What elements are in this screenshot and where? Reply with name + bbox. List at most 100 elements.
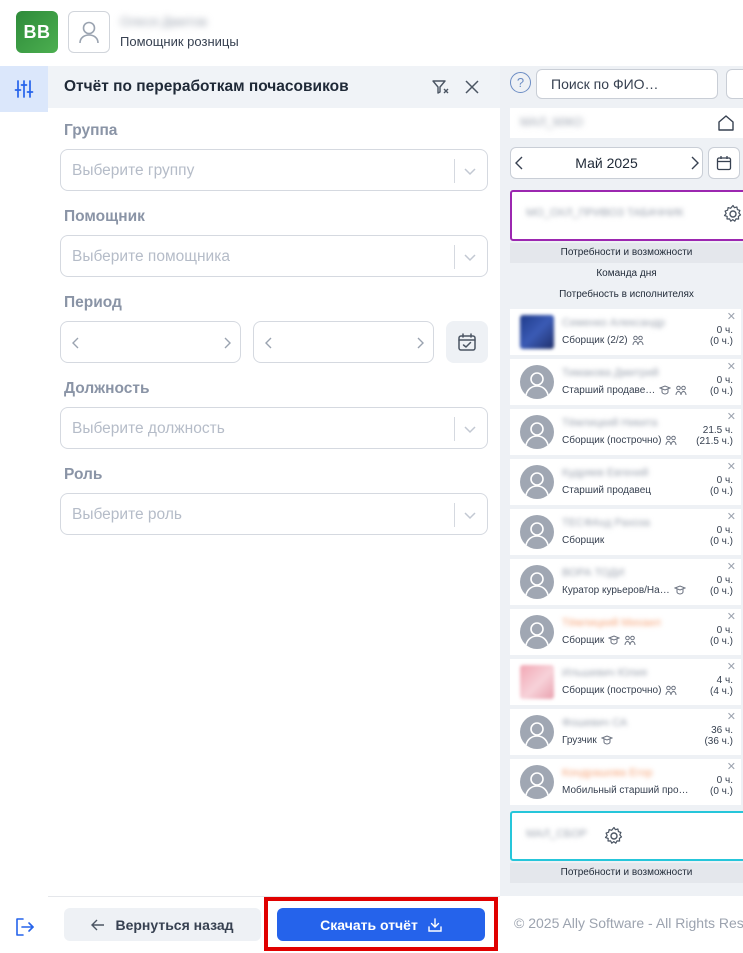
group-placeholder: Выберите группу — [72, 162, 195, 179]
employee-avatar — [520, 365, 554, 399]
needs-capabilities-strip[interactable]: Потребности и возможности — [510, 243, 743, 263]
chevron-right-icon[interactable] — [222, 336, 232, 350]
position-placeholder: Выберите должность — [72, 420, 225, 437]
remove-employee-icon[interactable]: ✕ — [727, 610, 736, 623]
department-name: МО_ОХЛ_ПРИВОЗ ТАБАЧНИК — [526, 207, 684, 219]
clear-filters-button[interactable] — [432, 79, 450, 100]
app-logo[interactable]: BB — [16, 11, 58, 53]
employee-position: Мобильный старший про… — [562, 785, 689, 796]
employee-position: Сборщик — [562, 535, 604, 546]
employee-card[interactable]: Семенко Александр Сборщик (2/2) 0 ч. (0 ч.)… — [510, 309, 741, 355]
employee-card[interactable]: Фошевич СА Грузчик 36 ч. (36 ч.) ✕ — [510, 709, 741, 755]
user-icon — [525, 772, 549, 796]
employee-card[interactable]: ТЕСФАхд Рахоза Сборщик 0 ч. (0 ч.) ✕ — [510, 509, 741, 555]
calendar-button[interactable] — [708, 147, 740, 179]
remove-employee-icon[interactable]: ✕ — [727, 410, 736, 423]
group-label: Группа — [64, 122, 118, 139]
employee-avatar — [520, 765, 554, 799]
remove-employee-icon[interactable]: ✕ — [727, 760, 736, 773]
employee-photo — [520, 315, 554, 349]
search-input[interactable]: Поиск по ФИО… — [536, 69, 718, 99]
help-button[interactable]: ? — [510, 72, 531, 93]
home-button[interactable] — [717, 114, 735, 137]
remove-employee-icon[interactable]: ✕ — [727, 660, 736, 673]
employee-card[interactable]: Ильшевич Юлия Сборщик (построчно) 4 ч. (4 ч… — [510, 659, 741, 705]
period-start-picker[interactable] — [60, 321, 241, 363]
gear-icon — [604, 826, 623, 844]
chevron-down-icon[interactable] — [463, 422, 477, 436]
logout-button[interactable] — [14, 916, 36, 938]
chevron-down-icon[interactable] — [463, 508, 477, 522]
select-divider — [454, 245, 455, 269]
remove-employee-icon[interactable]: ✕ — [727, 460, 736, 473]
period-end-picker[interactable] — [253, 321, 434, 363]
chevron-down-icon[interactable] — [463, 164, 477, 178]
arrow-left-icon — [91, 919, 105, 930]
chevron-down-icon[interactable] — [463, 250, 477, 264]
assistant-placeholder: Выберите помощника — [72, 248, 230, 265]
employee-card[interactable]: ВОРА ТОДИ Куратор курьеров/На… 0 ч. (0 ч.) ✕ — [510, 559, 741, 605]
user-icon — [525, 622, 549, 646]
employee-position: Сборщик — [562, 635, 636, 646]
staff-needs-strip[interactable]: Потребность в исполнителях — [510, 285, 743, 305]
employee-position-text: Старший продавец — [562, 485, 651, 496]
chevron-left-icon[interactable] — [264, 336, 274, 350]
employee-card[interactable]: Тимакова Дмитрий Старший продаве… 0 ч. (0 ч… — [510, 359, 741, 405]
assistant-label: Помощник — [64, 208, 145, 225]
panel-title: Отчёт по переработкам почасовиков — [64, 78, 349, 95]
role-label: Роль — [64, 466, 103, 483]
user-icon — [79, 21, 99, 44]
chevron-left-icon[interactable] — [71, 336, 81, 350]
employee-planned-hours: (0 ч.) — [710, 336, 733, 347]
download-icon — [428, 917, 442, 932]
team-icon — [624, 635, 636, 646]
user-role: Помощник розницы — [120, 34, 239, 49]
employee-position-text: Куратор курьеров/На… — [562, 585, 670, 596]
filters-rail-button[interactable] — [0, 66, 48, 112]
remove-employee-icon[interactable]: ✕ — [727, 510, 736, 523]
chevron-right-icon[interactable] — [415, 336, 425, 350]
mentor-icon — [673, 585, 686, 595]
user-icon — [525, 422, 549, 446]
mentor-icon — [600, 735, 613, 745]
gear-icon — [723, 204, 742, 222]
day-team-strip[interactable]: Команда дня — [510, 264, 743, 284]
user-avatar[interactable] — [68, 11, 110, 53]
app-header — [0, 0, 743, 64]
remove-employee-icon[interactable]: ✕ — [727, 360, 736, 373]
department-settings-button[interactable] — [604, 826, 624, 851]
employee-name: Тёмлицкий Никита — [562, 417, 658, 429]
user-icon — [525, 472, 549, 496]
employee-position-text: Сборщик (2/2) — [562, 335, 628, 346]
next-month-button[interactable] — [688, 156, 700, 175]
employee-position: Куратор курьеров/На… — [562, 585, 686, 596]
employee-planned-hours: (36 ч.) — [704, 736, 733, 747]
period-label: Период — [64, 294, 122, 311]
remove-employee-icon[interactable]: ✕ — [727, 710, 736, 723]
employee-position-text: Сборщик (построчно) — [562, 685, 662, 696]
remove-employee-icon[interactable]: ✕ — [727, 560, 736, 573]
download-report-button[interactable]: Скачать отчёт — [277, 908, 485, 941]
department-settings-button[interactable] — [723, 204, 743, 229]
position-select[interactable]: Выберите должность — [60, 407, 488, 449]
needs-capabilities-strip[interactable]: Потребности и возможности — [510, 863, 743, 883]
back-button[interactable]: Вернуться назад — [64, 908, 261, 941]
team-icon — [632, 335, 644, 346]
employee-card[interactable]: Кудряев Евгений Старший продавец 0 ч. (0 ч.… — [510, 459, 741, 505]
employee-card[interactable]: Кондрашова Егор Мобильный старший про… 0 ч… — [510, 759, 741, 805]
employee-hours: 21.5 ч. — [702, 425, 733, 436]
sliders-icon — [14, 80, 34, 98]
group-select[interactable]: Выберите группу — [60, 149, 488, 191]
employee-card[interactable]: Тёмлицкий Никита Сборщик (построчно) 21.5 … — [510, 409, 741, 455]
close-panel-button[interactable] — [465, 80, 479, 99]
remove-employee-icon[interactable]: ✕ — [727, 310, 736, 323]
period-calendar-button[interactable] — [446, 321, 488, 363]
user-icon — [525, 372, 549, 396]
search-extra-button[interactable] — [726, 69, 743, 99]
employee-position: Сборщик (построчно) — [562, 435, 677, 446]
assistant-select[interactable]: Выберите помощника — [60, 235, 488, 277]
employee-card[interactable]: Тёмлицкий Михаил Сборщик 0 ч. (0 ч.) ✕ — [510, 609, 741, 655]
employee-name: Тимакова Дмитрий — [562, 367, 659, 379]
employee-avatar — [520, 415, 554, 449]
role-select[interactable]: Выберите роль — [60, 493, 488, 535]
